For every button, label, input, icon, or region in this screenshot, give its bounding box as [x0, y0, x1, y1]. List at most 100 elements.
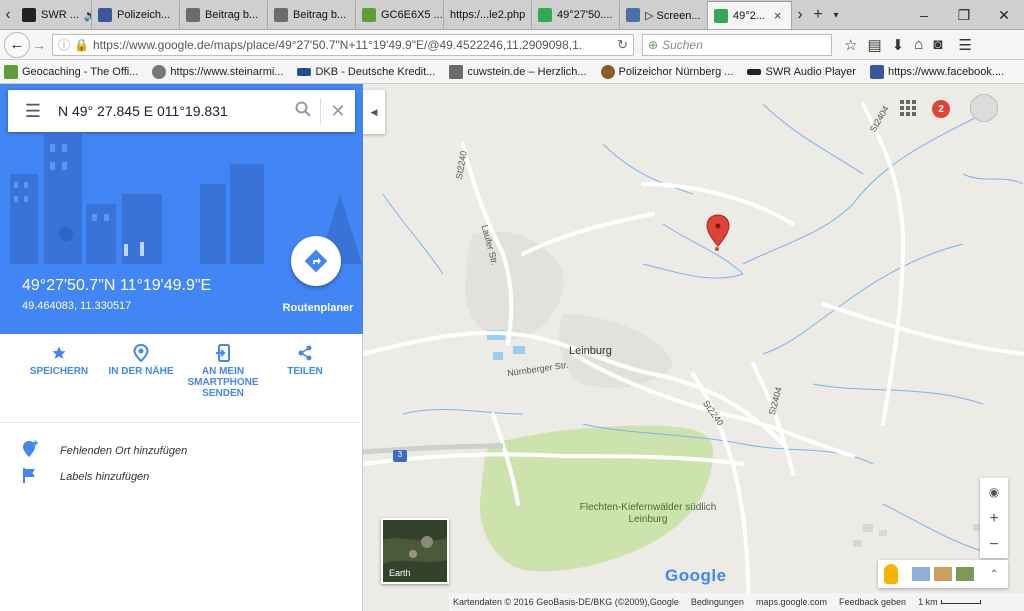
- tab-scroll-left-button[interactable]: ‹: [0, 1, 16, 29]
- add-missing-place-link[interactable]: Fehlenden Ort hinzufügen: [22, 440, 187, 461]
- search-engine-icon: ⊕: [648, 37, 659, 52]
- new-tab-button[interactable]: +: [808, 1, 828, 29]
- bookmark-item[interactable]: SWR Audio Player: [747, 65, 856, 78]
- browser-tab[interactable]: SWR ... 🔊: [16, 1, 92, 29]
- imagery-thumb[interactable]: [956, 567, 974, 581]
- map-pin-icon[interactable]: [706, 214, 730, 251]
- tab-list-button[interactable]: ▾: [828, 1, 844, 29]
- browser-tab[interactable]: Beitrag b...: [180, 1, 268, 29]
- home-icon[interactable]: ⌂: [914, 36, 923, 54]
- tab-label: GC6E6X5 ...: [381, 9, 443, 21]
- map-footer: Kartendaten © 2016 GeoBasis-DE/BKG (©200…: [449, 593, 1024, 611]
- pegman-icon[interactable]: [884, 564, 898, 584]
- maps-icon: [714, 8, 728, 23]
- clear-search-icon[interactable]: ✕: [321, 101, 355, 122]
- place-panel: ☰ N 49° 27.845 E 011°19.831 ✕ 49°27'50.7…: [0, 84, 363, 611]
- expand-imagery-icon[interactable]: ⌃: [990, 569, 998, 580]
- reading-list-icon[interactable]: ▤: [867, 36, 881, 54]
- scale-line: [940, 600, 981, 604]
- url-bar[interactable]: ⓘ 🔒 https://www.google.de/maps/place/49°…: [52, 33, 634, 56]
- add-labels-link[interactable]: Labels hinzufügen: [22, 467, 149, 486]
- zoom-out-button[interactable]: −: [980, 532, 1008, 558]
- browser-tab-active[interactable]: 49°2... ×: [708, 1, 792, 29]
- bookmark-star-icon[interactable]: ☆: [844, 36, 857, 54]
- globe-icon: [152, 64, 167, 79]
- search-input[interactable]: N 49° 27.845 E 011°19.831: [58, 103, 286, 119]
- place-hero: ☰ N 49° 27.845 E 011°19.831 ✕ 49°27'50.7…: [0, 84, 363, 334]
- earth-label: Earth: [389, 568, 411, 578]
- place-actions: SPEICHERN IN DER NÄHE AN MEIN SMARTPHONE…: [0, 340, 363, 422]
- bookmark-item[interactable]: https://www.steinarmi...: [152, 64, 283, 79]
- browser-tab[interactable]: https:/...le2.php: [444, 1, 532, 29]
- apps-grid-icon[interactable]: [900, 100, 916, 121]
- reload-icon[interactable]: ↻: [617, 37, 628, 53]
- terms-link[interactable]: Bedingungen: [691, 597, 744, 607]
- menu-icon[interactable]: ☰: [958, 36, 971, 54]
- tab-label: Polizeich...: [117, 9, 171, 21]
- browser-tab[interactable]: 49°27'50....: [532, 1, 620, 29]
- tab-strip: ‹ SWR ... 🔊 Polizeich... Beitrag b... Be…: [0, 0, 1024, 30]
- feedback-link[interactable]: Feedback geben: [839, 597, 906, 607]
- close-window-button[interactable]: ✕: [984, 7, 1024, 24]
- browser-tab[interactable]: Polizeich...: [92, 1, 180, 29]
- place-title: 49°27'50.7"N 11°19'49.9"E: [22, 277, 212, 294]
- directions-button[interactable]: [291, 236, 341, 286]
- bookmark-label: SWR Audio Player: [765, 65, 856, 78]
- notification-badge[interactable]: 2: [932, 100, 950, 118]
- bookmark-item[interactable]: Polizeichor Nürnberg ...: [600, 64, 734, 79]
- close-tab-icon[interactable]: ×: [774, 8, 782, 23]
- share-button[interactable]: TEILEN: [264, 340, 346, 422]
- pocket-icon[interactable]: ◙: [933, 36, 942, 54]
- highway-shield: 3: [393, 450, 407, 462]
- browser-tab[interactable]: GC6E6X5 ...: [356, 1, 444, 29]
- save-label: SPEICHERN: [29, 366, 89, 377]
- directions-label[interactable]: Routenplaner: [282, 302, 354, 314]
- forward-button[interactable]: →: [30, 37, 48, 53]
- info-icon[interactable]: ⓘ: [58, 36, 70, 53]
- download-icon[interactable]: ⬇: [892, 36, 905, 54]
- bookmark-label: Polizeichor Nürnberg ...: [618, 65, 734, 78]
- restore-button[interactable]: ❐: [944, 7, 984, 24]
- share-label: TEILEN: [287, 366, 323, 377]
- send-to-phone-button[interactable]: AN MEIN SMARTPHONE SENDEN: [182, 340, 264, 422]
- back-button[interactable]: ←: [4, 31, 30, 58]
- bookmark-item[interactable]: Geocaching - The Offi...: [4, 64, 139, 79]
- save-button[interactable]: SPEICHERN: [18, 340, 100, 422]
- forum-icon: [449, 64, 464, 79]
- search-icon[interactable]: [286, 101, 320, 122]
- tab-label: Beitrag b...: [293, 9, 347, 21]
- imagery-thumb[interactable]: [912, 567, 930, 581]
- google-logo: Google: [665, 566, 727, 585]
- facebook-icon: [869, 64, 884, 79]
- screen-icon: [626, 8, 640, 22]
- bookmark-item[interactable]: DKB - Deutsche Kredit...: [297, 66, 435, 78]
- geocaching-icon: [4, 64, 18, 79]
- share-icon: [297, 340, 313, 366]
- my-location-icon[interactable]: ◉: [980, 478, 1008, 506]
- add-place-icon: [22, 440, 38, 461]
- forum-icon: [186, 8, 200, 22]
- swr-icon: [22, 8, 36, 22]
- bookmark-label: Geocaching - The Offi...: [22, 65, 139, 78]
- flag-icon: [22, 467, 38, 486]
- nearby-button[interactable]: IN DER NÄHE: [100, 340, 182, 422]
- tab-scroll-right-button[interactable]: ›: [792, 1, 808, 29]
- map-canvas[interactable]: Leinburg Nürnberger Str. Laufer Str. St2…: [363, 84, 1024, 611]
- avatar[interactable]: [970, 94, 998, 122]
- scale-bar[interactable]: 1 km: [918, 597, 981, 607]
- maps-icon: [538, 8, 552, 22]
- earth-layer-toggle[interactable]: Earth: [381, 518, 449, 584]
- dkb-icon: [297, 67, 312, 76]
- minimize-button[interactable]: –: [904, 7, 944, 23]
- hamburger-menu-icon[interactable]: ☰: [8, 101, 58, 122]
- zoom-in-button[interactable]: +: [980, 506, 1008, 532]
- browser-tab[interactable]: ▷ Screen...: [620, 1, 708, 29]
- collapse-panel-button[interactable]: ◀: [363, 90, 385, 134]
- site-link[interactable]: maps.google.com: [756, 597, 827, 607]
- bookmark-item[interactable]: cuwstein.de – Herzlich...: [449, 64, 587, 79]
- search-bar[interactable]: ⊕ Suchen: [642, 33, 832, 56]
- search-box[interactable]: ☰ N 49° 27.845 E 011°19.831 ✕: [8, 90, 355, 132]
- imagery-thumb[interactable]: [934, 567, 952, 581]
- browser-tab[interactable]: Beitrag b...: [268, 1, 356, 29]
- bookmark-item[interactable]: https://www.facebook....: [869, 64, 1004, 79]
